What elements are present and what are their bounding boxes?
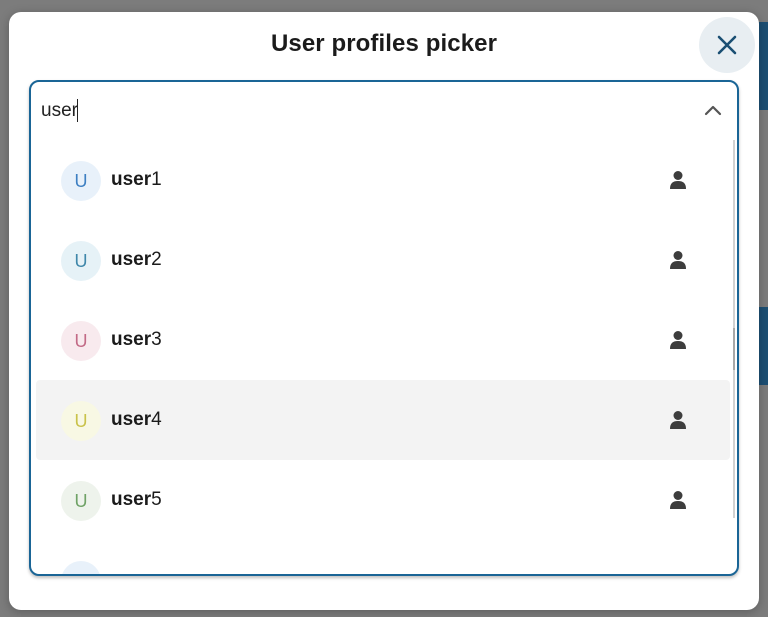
options-list: Uuser1 Uuser2 Uuser3 Uuser4 Uuser5 xyxy=(31,140,737,574)
text-cursor xyxy=(77,99,78,122)
list-scrollbar[interactable] xyxy=(733,140,735,518)
chevron-up-icon xyxy=(704,105,722,116)
background-panel xyxy=(759,307,768,385)
option-label-match: user xyxy=(111,489,152,510)
close-icon xyxy=(717,35,737,55)
user-picker-dialog: User profiles picker Uuser1Uuser2Uuser3U… xyxy=(9,12,759,610)
option-label-match: user xyxy=(111,409,152,430)
option-label: user4 xyxy=(111,409,162,431)
option-label-match: user xyxy=(111,249,152,270)
option-item[interactable]: Uuser3 xyxy=(36,300,730,380)
scrollbar-thumb[interactable] xyxy=(733,328,735,370)
close-button[interactable] xyxy=(699,17,755,73)
dialog-title: User profiles picker xyxy=(270,30,498,57)
dropdown-toggle-button[interactable] xyxy=(701,98,725,122)
user-combobox: Uuser1Uuser2Uuser3Uuser4Uuser5 xyxy=(29,80,739,576)
option-label-rest: 2 xyxy=(151,249,162,270)
option-label-match: user xyxy=(111,329,152,350)
option-item[interactable]: Uuser4 xyxy=(36,380,730,460)
avatar: U xyxy=(61,401,101,441)
option-label-rest: 5 xyxy=(151,489,162,510)
option-item[interactable]: Uuser5 xyxy=(36,460,730,540)
option-label: user2 xyxy=(111,249,162,271)
option-label-rest: 4 xyxy=(151,409,162,430)
option-item[interactable]: Uuser2 xyxy=(36,220,730,300)
person-icon xyxy=(670,411,686,429)
option-label-rest: 3 xyxy=(151,329,162,350)
avatar: U xyxy=(61,481,101,521)
avatar: U xyxy=(61,321,101,361)
person-icon xyxy=(670,491,686,509)
option-item[interactable]: Uuser1 xyxy=(36,140,730,220)
option-label-match: user xyxy=(111,169,152,190)
search-input[interactable] xyxy=(41,96,681,126)
option-label: user3 xyxy=(111,329,162,351)
search-row xyxy=(31,82,737,138)
option-label: user1 xyxy=(111,169,162,191)
avatar: U xyxy=(61,241,101,281)
option-item[interactable] xyxy=(36,540,730,574)
person-icon xyxy=(670,331,686,349)
avatar xyxy=(61,561,101,574)
option-label: user5 xyxy=(111,489,162,511)
avatar: U xyxy=(61,161,101,201)
person-icon xyxy=(670,171,686,189)
option-label-rest: 1 xyxy=(151,169,162,190)
person-icon xyxy=(670,251,686,269)
background-panel xyxy=(759,22,768,110)
